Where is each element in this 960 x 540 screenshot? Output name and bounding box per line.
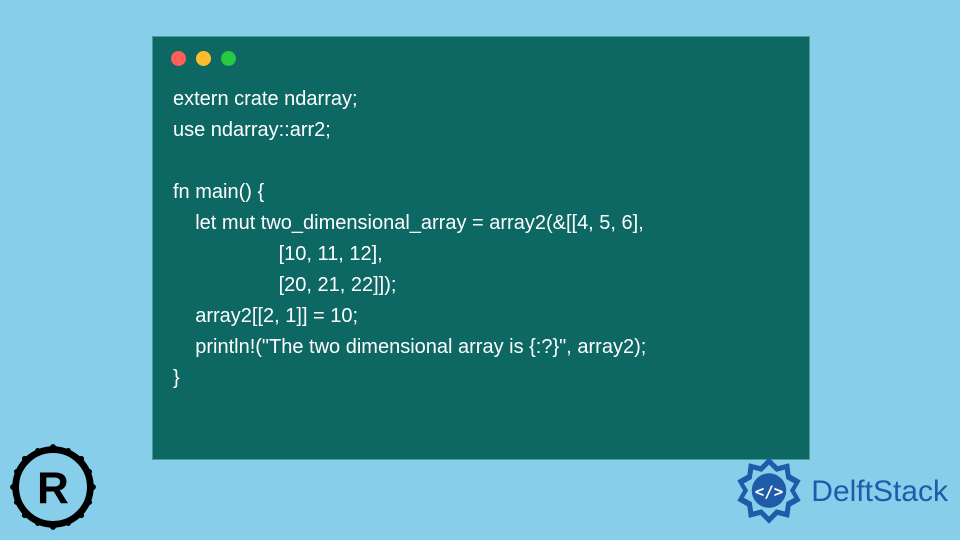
code-content: extern crate ndarray; use ndarray::arr2;… <box>153 80 809 398</box>
code-line: fn main() { <box>173 181 264 203</box>
code-line: let mut two_dimensional_array = array2(&… <box>173 212 644 234</box>
code-window: extern crate ndarray; use ndarray::arr2;… <box>152 36 810 460</box>
code-line: } <box>173 367 180 389</box>
minimize-dot-icon <box>196 51 211 66</box>
delftstack-logo: </> DelftStack <box>733 456 948 528</box>
code-line: [10, 11, 12], <box>173 243 383 265</box>
rust-logo-icon: R <box>8 442 98 532</box>
code-line: use ndarray::arr2; <box>173 119 331 141</box>
code-line: extern crate ndarray; <box>173 88 358 110</box>
delftstack-icon: </> <box>733 456 805 528</box>
code-line: array2[[2, 1]] = 10; <box>173 305 358 327</box>
maximize-dot-icon <box>221 51 236 66</box>
svg-text:</>: </> <box>755 482 784 501</box>
delftstack-text: DelftStack <box>811 475 948 509</box>
svg-text:R: R <box>37 464 69 513</box>
code-line: [20, 21, 22]]); <box>173 274 396 296</box>
close-dot-icon <box>171 51 186 66</box>
code-line: println!("The two dimensional array is {… <box>173 336 646 358</box>
window-controls <box>153 37 809 80</box>
